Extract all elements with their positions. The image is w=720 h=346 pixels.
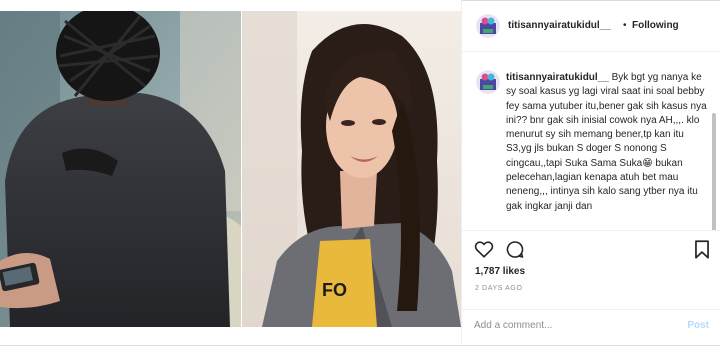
caption-section: titisannyairatukidul__ Byk bgt yg nanya … xyxy=(462,53,720,231)
avatar[interactable] xyxy=(476,14,500,38)
svg-text:FO: FO xyxy=(322,280,347,300)
caption-body: Byk bgt yg nanya ke sy soal kasus yg lag… xyxy=(506,72,707,169)
post-image-right: FO xyxy=(242,11,461,327)
post-author-username[interactable]: titisannyairatukidul__ xyxy=(508,20,611,31)
post-header: titisannyairatukidul__ • Following xyxy=(462,0,720,52)
comment-bar: Post xyxy=(462,309,720,346)
caption-avatar[interactable] xyxy=(476,70,500,94)
post-comment-button[interactable]: Post xyxy=(687,320,709,331)
caption-username[interactable]: titisannyairatukidul__ xyxy=(506,72,609,83)
comment-bubble-icon[interactable] xyxy=(505,240,525,259)
follow-status-button[interactable]: Following xyxy=(632,20,679,31)
heart-icon[interactable] xyxy=(474,240,494,258)
bookmark-icon[interactable] xyxy=(694,240,710,259)
caption-scrollbar[interactable] xyxy=(712,113,716,231)
post-image-left xyxy=(0,11,241,327)
comment-input[interactable] xyxy=(474,320,664,331)
post-side-panel: titisannyairatukidul__ • Following titis… xyxy=(461,0,720,346)
post-timestamp[interactable]: 2 DAYS AGO xyxy=(475,285,523,292)
action-bar xyxy=(462,232,720,266)
post-media[interactable]: FO xyxy=(0,0,461,332)
grin-emoji: 😁 xyxy=(642,157,653,169)
like-count[interactable]: 1,787 likes xyxy=(475,266,525,277)
header-separator: • xyxy=(623,20,627,31)
caption-text: titisannyairatukidul__ Byk bgt yg nanya … xyxy=(506,71,712,214)
